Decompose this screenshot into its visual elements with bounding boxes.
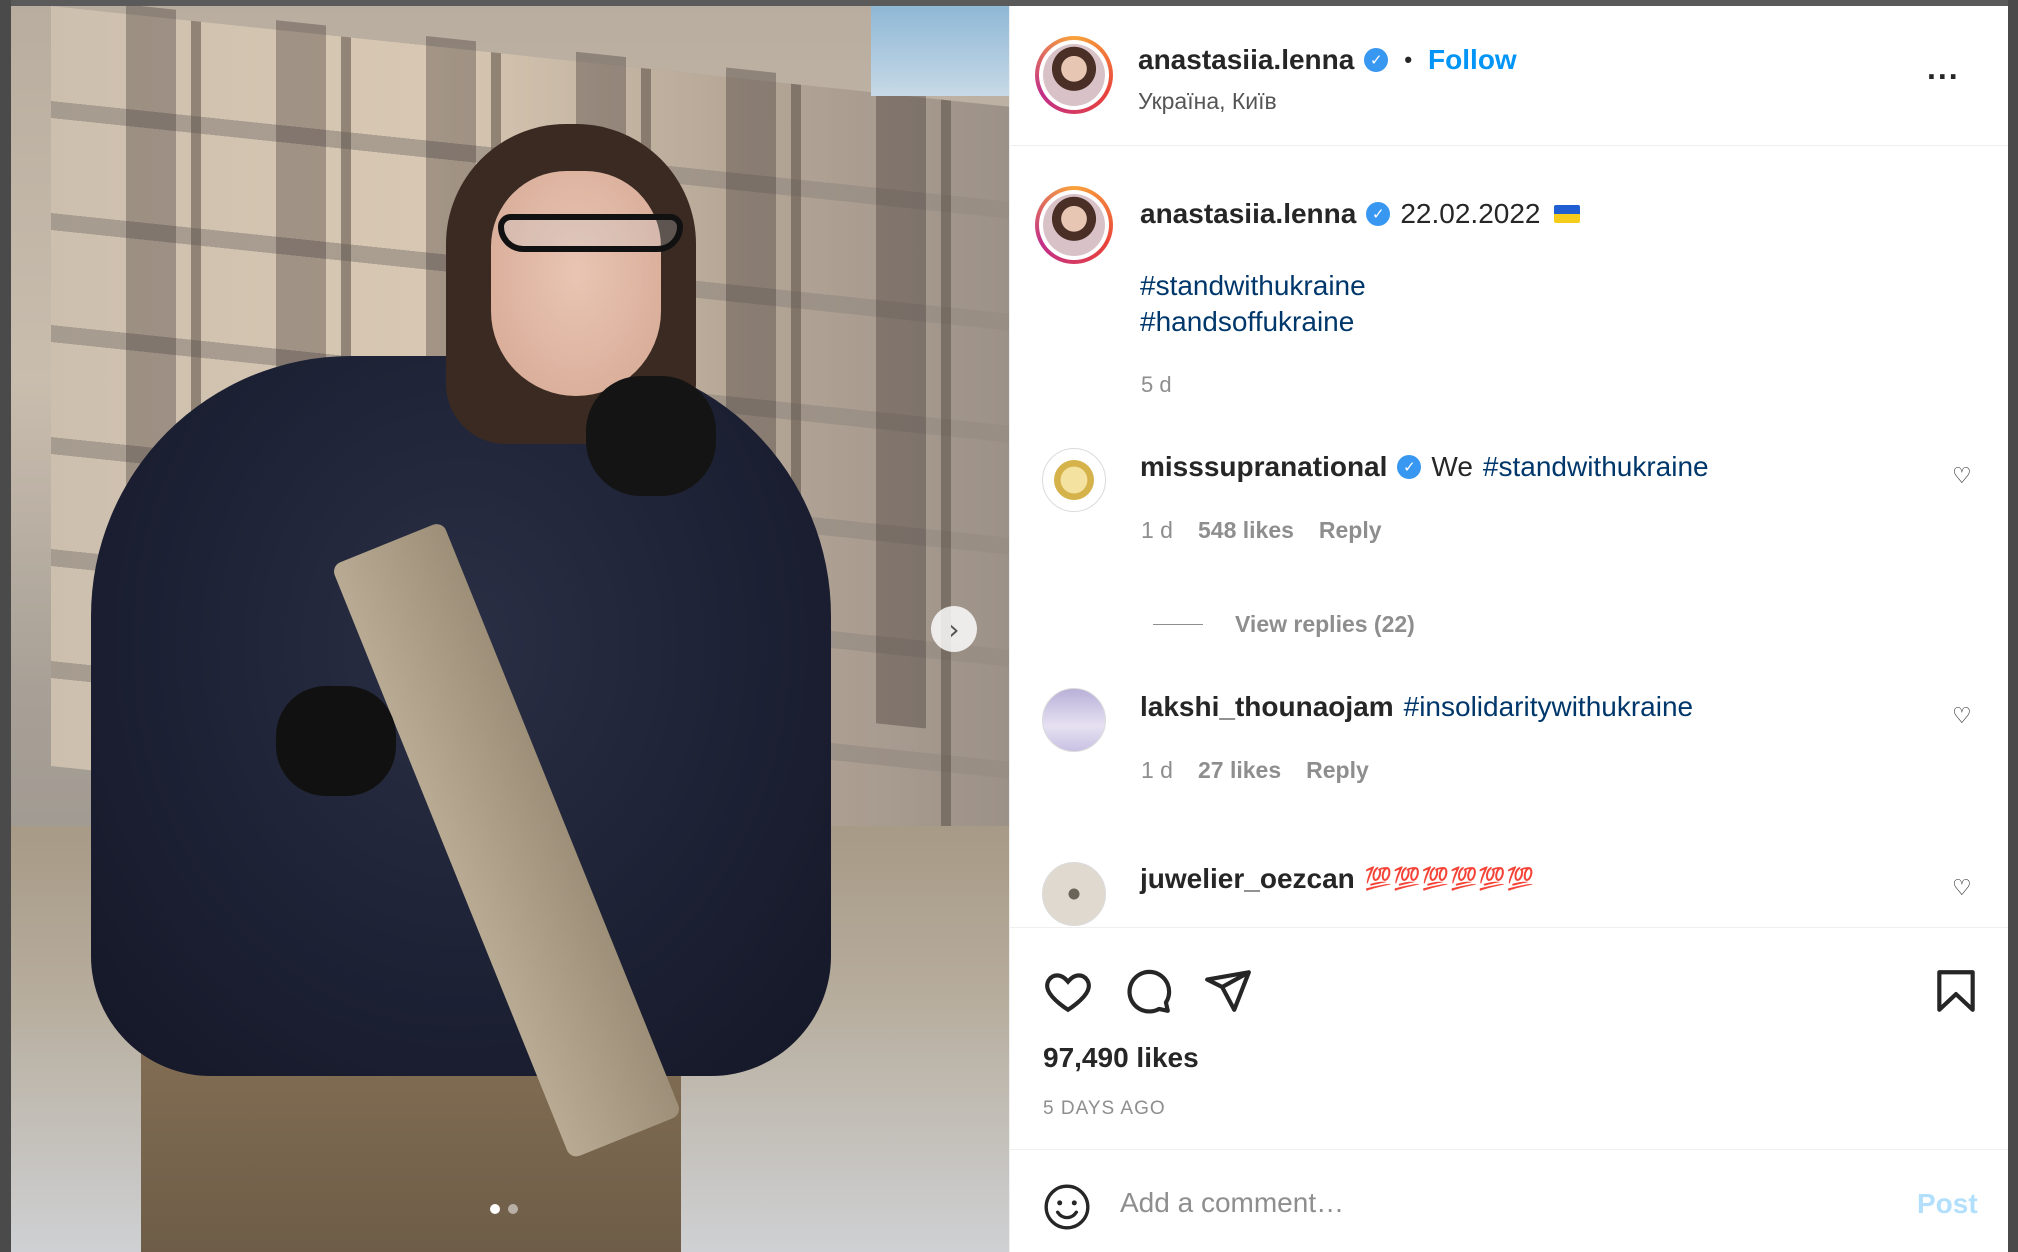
add-comment-bar: Post (1010, 1149, 2008, 1252)
separator-dot: • (1404, 47, 1413, 72)
commenter-username[interactable]: lakshi_thounaojam (1140, 691, 1394, 723)
person-face (491, 171, 661, 396)
hundred-points-emoji: 💯💯💯💯💯💯 (1364, 866, 1536, 891)
carousel-dot-active (490, 1204, 500, 1214)
backdrop-left (0, 0, 11, 1252)
comment-likes[interactable]: 27 likes (1198, 757, 1281, 784)
reply-button[interactable]: Reply (1319, 517, 1382, 544)
post-actions: 97,490 likes 5 DAYS AGO (1010, 927, 2008, 1155)
comment-like-icon[interactable]: ♡ (1952, 464, 1972, 489)
view-replies-label: View replies (22) (1235, 611, 1415, 637)
post-modal: › anastasiia.lenna ✓ • Follow Україна, К… (11, 6, 2008, 1252)
verified-badge-icon: ✓ (1364, 48, 1389, 72)
comment-meta: 1 d 27 likes Reply (1141, 757, 1369, 784)
post-time-ago: 5 DAYS AGO (1043, 1098, 1166, 1119)
carousel-indicator (490, 1204, 518, 1214)
bookmark-icon[interactable] (1931, 966, 1981, 1016)
follow-button[interactable]: Follow (1428, 44, 1517, 76)
divider-line (1153, 624, 1203, 625)
comment-hashtag[interactable]: #standwithukraine (1483, 451, 1709, 483)
author-line: anastasiia.lenna ✓ • Follow (1138, 44, 1517, 76)
author-avatar[interactable] (1035, 36, 1113, 114)
comment-like-icon[interactable]: ♡ (1952, 876, 1972, 901)
commenter-avatar[interactable] (1042, 862, 1106, 926)
commenter-avatar[interactable] (1042, 448, 1106, 512)
share-send-icon[interactable] (1203, 966, 1253, 1016)
comment-likes[interactable]: 548 likes (1198, 517, 1294, 544)
reply-button[interactable]: Reply (1306, 757, 1369, 784)
person-glove-right (586, 376, 716, 496)
caption-line: anastasiia.lenna ✓ 22.02.2022 (1140, 198, 1581, 230)
post-header: anastasiia.lenna ✓ • Follow Україна, Киї… (1010, 6, 2008, 146)
ukraine-flag-icon (1554, 205, 1581, 223)
caption-username[interactable]: anastasiia.lenna (1140, 198, 1356, 230)
emoji-smile-icon[interactable] (1042, 1182, 1092, 1232)
post-comment-button[interactable]: Post (1917, 1188, 1978, 1220)
caption-author-avatar[interactable] (1035, 186, 1113, 264)
commenter-username[interactable]: misssupranational (1140, 451, 1387, 483)
caption-hashtag[interactable]: #handsoffukraine (1140, 306, 1354, 338)
view-replies-button[interactable]: View replies (22) (1153, 611, 1415, 638)
carousel-dot (508, 1204, 518, 1214)
commenter-username[interactable]: juwelier_oezcan (1140, 863, 1355, 895)
comment-text: lakshi_thounaojam #insolidaritywithukrai… (1140, 691, 1693, 723)
background-sky (871, 6, 1009, 96)
comment-time[interactable]: 1 d (1141, 757, 1173, 784)
comment-input[interactable] (1120, 1178, 1860, 1228)
comment-meta: 1 d 548 likes Reply (1141, 517, 1382, 544)
commenter-avatar[interactable] (1042, 688, 1106, 752)
post-side-panel: anastasiia.lenna ✓ • Follow Україна, Киї… (1009, 6, 2008, 1252)
more-options-icon[interactable]: ... (1927, 52, 1960, 84)
caption-timestamp[interactable]: 5 d (1141, 372, 1172, 398)
comment-text: juwelier_oezcan 💯💯💯💯💯💯 (1140, 863, 1535, 895)
chevron-right-icon: › (948, 612, 960, 646)
comment-body: We (1431, 451, 1473, 482)
comment-bubble-icon[interactable] (1123, 966, 1173, 1016)
comment-hashtag[interactable]: #insolidaritywithukraine (1404, 691, 1693, 723)
person-glasses (498, 214, 683, 252)
caption-hashtag[interactable]: #standwithukraine (1140, 270, 1366, 302)
comment-like-icon[interactable]: ♡ (1952, 704, 1972, 729)
caption-date: 22.02.2022 (1400, 198, 1541, 229)
verified-badge-icon: ✓ (1397, 455, 1422, 479)
verified-badge-icon: ✓ (1366, 202, 1391, 226)
carousel-next-button[interactable]: › (931, 606, 977, 652)
post-media: › (11, 6, 1009, 1252)
comment-time[interactable]: 1 d (1141, 517, 1173, 544)
backdrop-right (2008, 0, 2018, 1252)
likes-count[interactable]: 97,490 likes (1043, 1042, 1199, 1074)
person-glove-left (276, 686, 396, 796)
author-username[interactable]: anastasiia.lenna (1138, 44, 1354, 76)
comment-text: misssupranational ✓ We #standwithukraine (1140, 451, 1709, 483)
post-location[interactable]: Україна, Київ (1138, 88, 1277, 115)
like-heart-icon[interactable] (1043, 966, 1093, 1016)
